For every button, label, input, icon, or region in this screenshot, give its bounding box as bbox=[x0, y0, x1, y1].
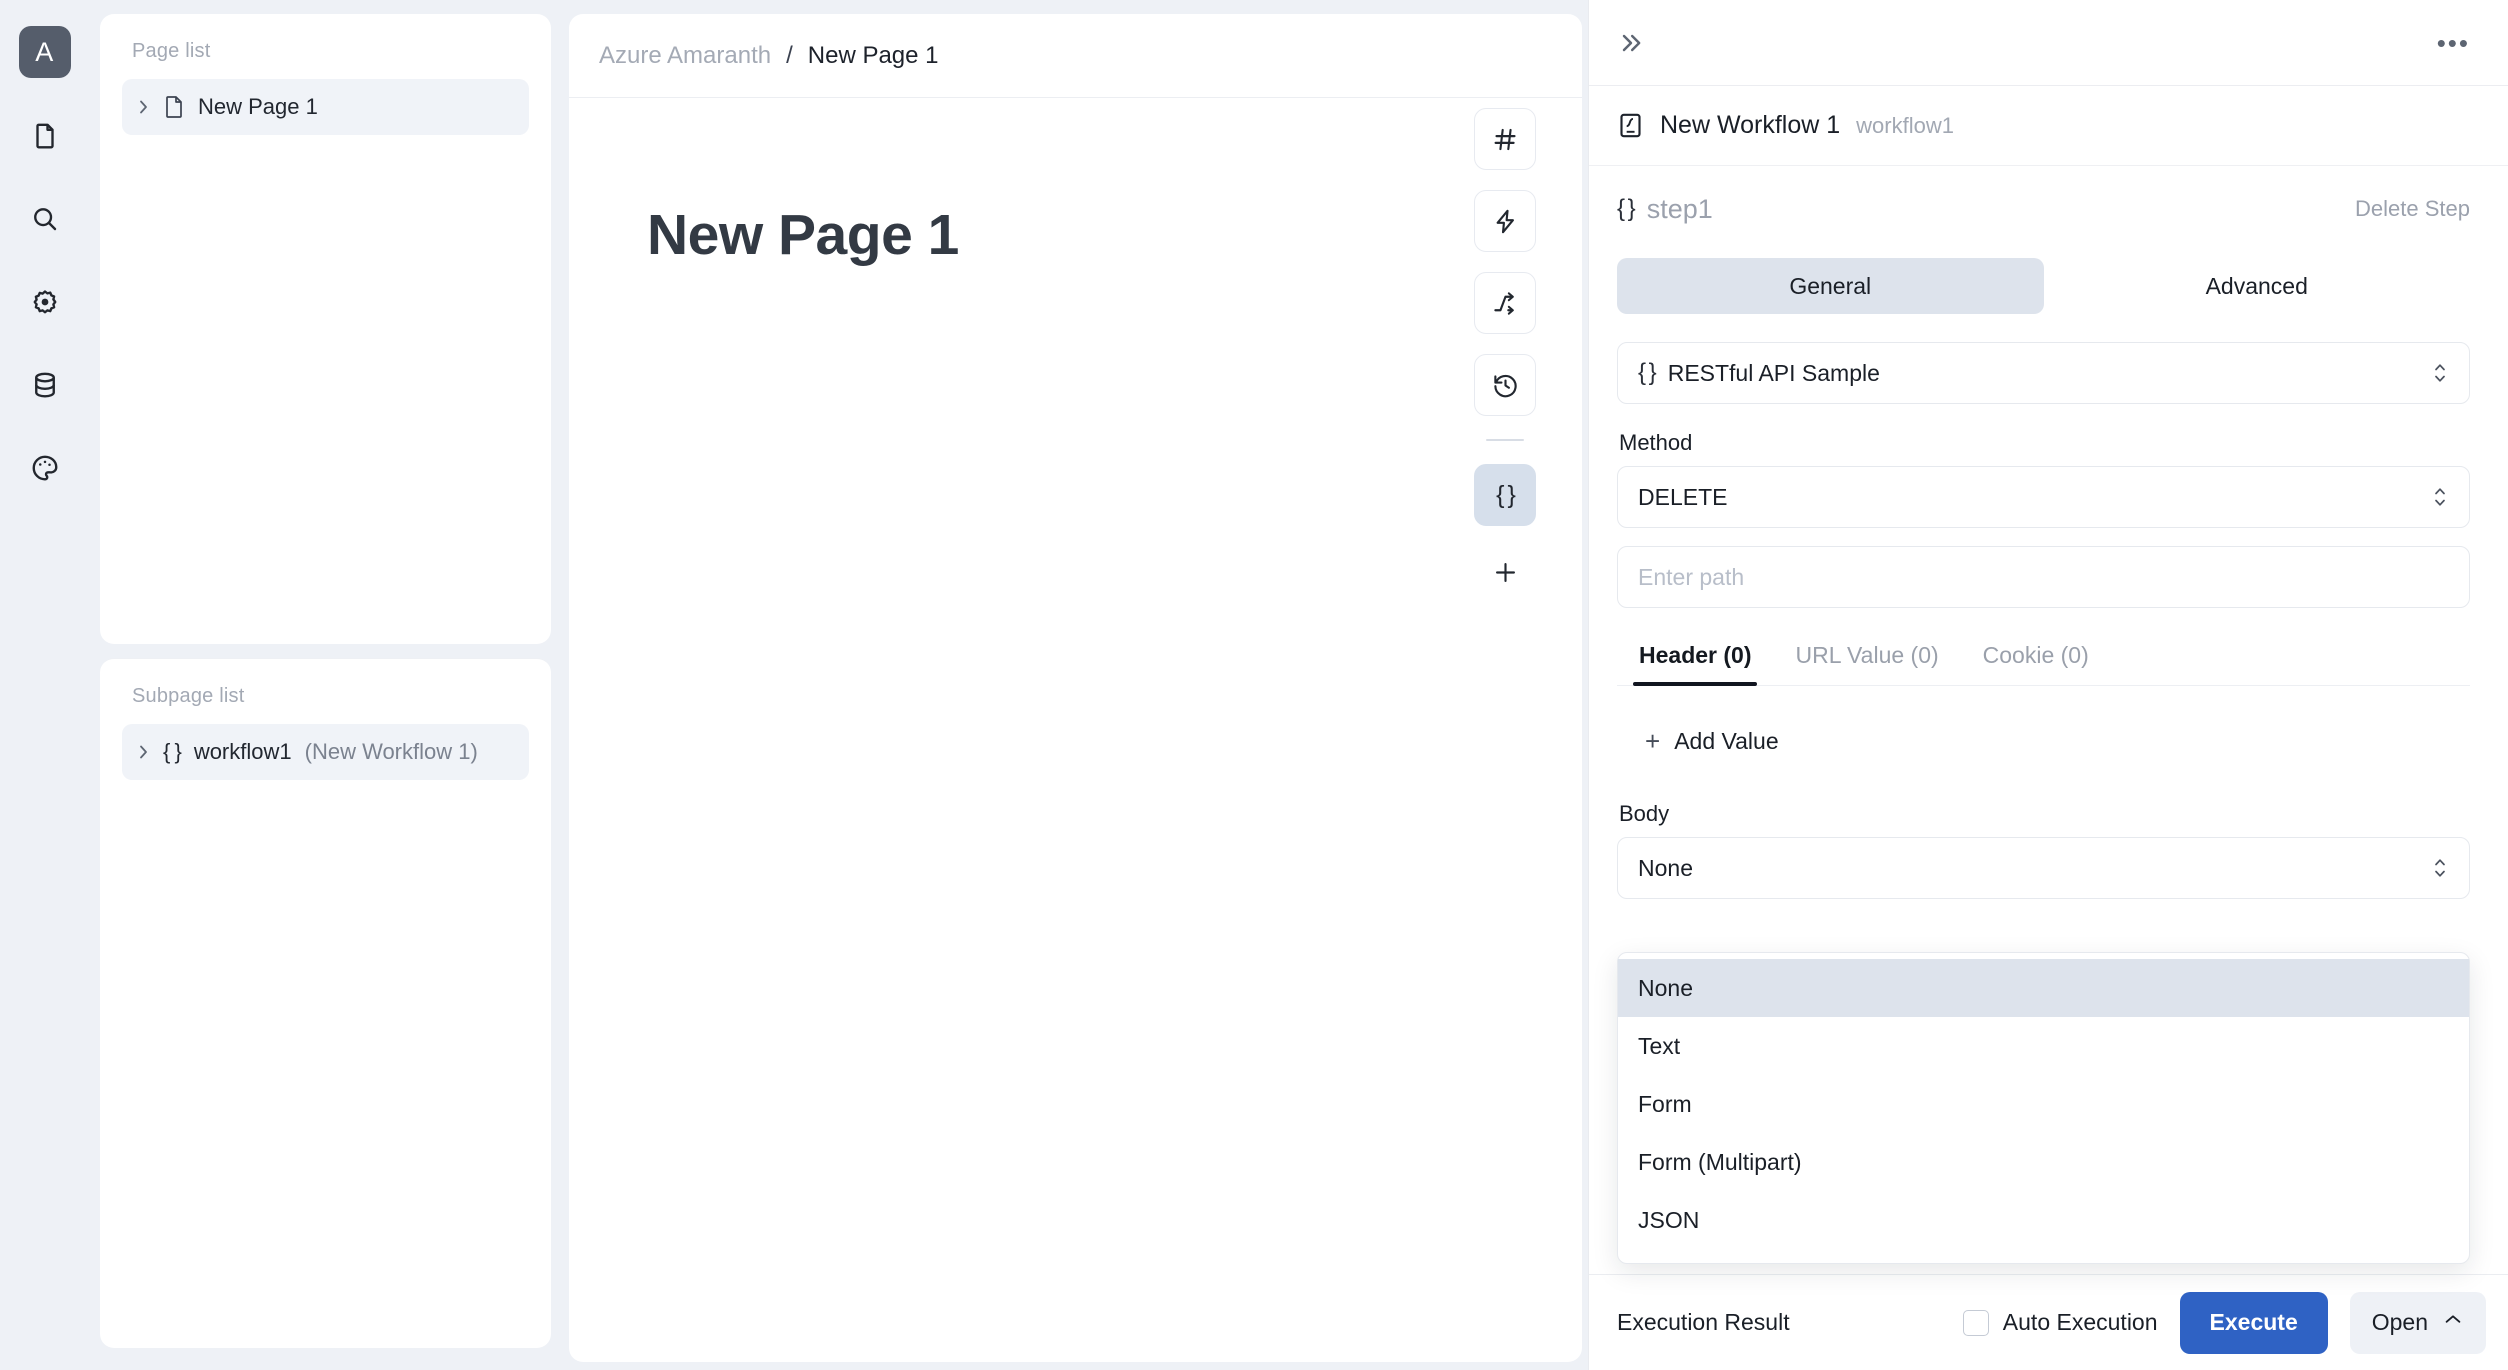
gear-icon[interactable] bbox=[19, 276, 71, 328]
delete-step-button[interactable]: Delete Step bbox=[2355, 196, 2470, 222]
add-value-label: Add Value bbox=[1674, 728, 1779, 754]
hash-tool-button[interactable] bbox=[1474, 108, 1536, 170]
resource-select-value: RESTful API Sample bbox=[1667, 359, 1880, 386]
chevron-updown-icon[interactable] bbox=[2431, 482, 2449, 512]
step-tab-group: General Advanced bbox=[1617, 258, 2470, 314]
subpage-list-item-suffix: (New Workflow 1) bbox=[304, 739, 478, 764]
dropdown-option-json[interactable]: JSON bbox=[1618, 1191, 2469, 1249]
breadcrumb-current[interactable]: New Page 1 bbox=[808, 42, 939, 70]
workflow-icon bbox=[1617, 112, 1644, 139]
chevron-updown-icon[interactable] bbox=[2431, 853, 2449, 883]
auto-execution-toggle[interactable]: Auto Execution bbox=[1962, 1309, 2158, 1336]
app-logo[interactable]: A bbox=[18, 26, 71, 78]
dropdown-option-form-multipart[interactable]: Form (Multipart) bbox=[1618, 1133, 2469, 1191]
braces-icon: { } bbox=[1617, 195, 1636, 222]
breadcrumb-root[interactable]: Azure Amaranth bbox=[599, 42, 771, 70]
add-block-button[interactable] bbox=[1474, 546, 1536, 598]
workflow-panel: ••• New Workflow 1 workflow1 { } step1 D… bbox=[1588, 0, 2508, 1370]
panel-header: ••• bbox=[1589, 0, 2508, 86]
document-icon[interactable] bbox=[19, 110, 71, 162]
plus-icon: + bbox=[1645, 726, 1661, 756]
page-list-item-label: New Page 1 bbox=[198, 94, 318, 119]
open-button[interactable]: Open bbox=[2349, 1291, 2486, 1354]
tab-general[interactable]: General bbox=[1617, 258, 2044, 314]
tab-cookie[interactable]: Cookie (0) bbox=[1961, 642, 2111, 685]
tab-header[interactable]: Header (0) bbox=[1617, 642, 1773, 686]
history-tool-button[interactable] bbox=[1474, 354, 1536, 416]
auto-execution-label: Auto Execution bbox=[2002, 1309, 2158, 1335]
workflow-name: New Workflow 1 bbox=[1660, 111, 1841, 139]
step-settings-body: { } RESTful API Sample Method DELETE Ent… bbox=[1589, 314, 2508, 899]
canvas-toolbar: { } bbox=[1474, 108, 1536, 598]
method-select-value: DELETE bbox=[1638, 483, 1728, 510]
page-list-item-new-page-1[interactable]: New Page 1 bbox=[122, 79, 529, 135]
body-label: Body bbox=[1619, 801, 1670, 826]
step-header-row: { } step1 Delete Step bbox=[1589, 166, 2508, 252]
icon-rail: A bbox=[0, 0, 89, 1370]
palette-icon[interactable] bbox=[19, 442, 71, 494]
add-value-button[interactable]: + Add Value bbox=[1645, 726, 2470, 757]
path-input-placeholder: Enter path bbox=[1638, 563, 1745, 590]
method-label: Method bbox=[1619, 430, 1693, 455]
page-list-title: Page list bbox=[132, 40, 211, 62]
chevron-right-icon[interactable] bbox=[136, 98, 150, 116]
tab-advanced[interactable]: Advanced bbox=[2044, 258, 2471, 314]
chevron-up-icon bbox=[2442, 1309, 2464, 1337]
workflow-id: workflow1 bbox=[1856, 112, 1954, 138]
panel-footer: Execution Result Auto Execution Execute … bbox=[1589, 1274, 2508, 1370]
path-input[interactable]: Enter path bbox=[1617, 546, 2470, 608]
file-icon bbox=[163, 95, 185, 119]
canvas-card: Azure Amaranth / New Page 1 New Page 1 {… bbox=[569, 14, 1582, 1362]
workflow-title-row: New Workflow 1 workflow1 bbox=[1589, 86, 2508, 166]
breadcrumb: Azure Amaranth / New Page 1 bbox=[569, 14, 1582, 98]
body-select[interactable]: None bbox=[1617, 837, 2470, 899]
param-tab-group: Header (0) URL Value (0) Cookie (0) bbox=[1617, 642, 2470, 686]
auto-execution-checkbox[interactable] bbox=[1962, 1309, 1989, 1336]
braces-icon: { } bbox=[163, 739, 182, 764]
tab-url-value[interactable]: URL Value (0) bbox=[1773, 642, 1960, 685]
subpage-list-title: Subpage list bbox=[132, 685, 245, 707]
chevron-updown-icon[interactable] bbox=[2431, 358, 2449, 388]
open-button-label: Open bbox=[2371, 1309, 2428, 1335]
dropdown-option-form[interactable]: Form bbox=[1618, 1075, 2469, 1133]
search-icon[interactable] bbox=[19, 193, 71, 245]
subpage-list-item-label: workflow1 bbox=[193, 739, 292, 764]
footer-actions: Auto Execution Execute Open bbox=[1962, 1291, 2486, 1354]
chevron-right-icon[interactable] bbox=[136, 743, 150, 761]
body-select-dropdown: None Text Form Form (Multipart) JSON bbox=[1617, 952, 2470, 1264]
execute-button[interactable]: Execute bbox=[2179, 1291, 2328, 1354]
step-identity: { } step1 bbox=[1617, 194, 1713, 225]
toolbar-divider bbox=[1486, 439, 1524, 441]
breadcrumb-separator: / bbox=[786, 41, 793, 69]
chevron-double-right-icon[interactable] bbox=[1617, 29, 1645, 57]
branch-tool-button[interactable] bbox=[1474, 272, 1536, 334]
app-root: A Page list New Page 1 Subpage list {} … bbox=[0, 0, 2508, 1370]
dropdown-option-none[interactable]: None bbox=[1618, 959, 2469, 1017]
body-select-value: None bbox=[1638, 854, 1693, 881]
dropdown-option-text[interactable]: Text bbox=[1618, 1017, 2469, 1075]
subpage-list-item-workflow1[interactable]: { } workflow1 (New Workflow 1) bbox=[122, 724, 529, 780]
page-list-card: Page list New Page 1 bbox=[100, 14, 551, 644]
braces-icon: { } bbox=[1638, 359, 1657, 386]
ellipsis-icon[interactable]: ••• bbox=[2437, 30, 2470, 56]
braces-tool-glyph: { } bbox=[1496, 480, 1516, 509]
lightning-tool-button[interactable] bbox=[1474, 190, 1536, 252]
resource-select[interactable]: { } RESTful API Sample bbox=[1617, 342, 2470, 404]
canvas-column: Azure Amaranth / New Page 1 New Page 1 {… bbox=[569, 0, 1588, 1370]
method-select[interactable]: DELETE bbox=[1617, 466, 2470, 528]
braces-tool-button[interactable]: { } bbox=[1474, 464, 1536, 526]
database-icon[interactable] bbox=[19, 359, 71, 411]
subpage-list-card: Subpage list { } workflow1 (New Workflow… bbox=[100, 658, 551, 1348]
page-title[interactable]: New Page 1 bbox=[569, 98, 1582, 268]
page-list-column: Page list New Page 1 Subpage list {} wo… bbox=[89, 0, 569, 1370]
execution-result-label: Execution Result bbox=[1617, 1309, 1790, 1335]
step-name[interactable]: step1 bbox=[1647, 194, 1713, 225]
